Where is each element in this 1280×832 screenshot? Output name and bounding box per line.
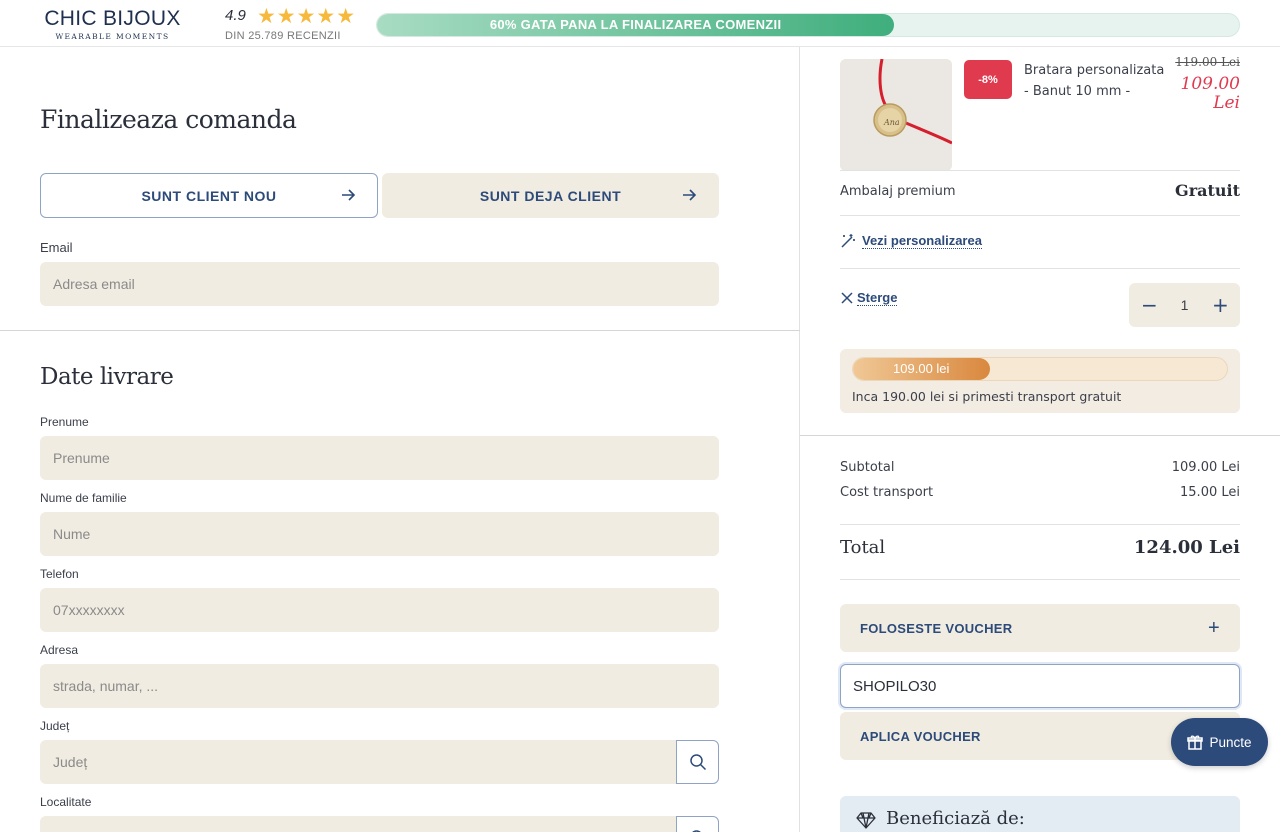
benefits-panel: Beneficiază de: xyxy=(840,796,1240,832)
view-personalization-label: Vezi personalizarea xyxy=(862,233,982,249)
remove-item-label: Sterge xyxy=(857,290,898,306)
new-client-label: SUNT CLIENT NOU xyxy=(141,187,277,204)
points-label: Puncte xyxy=(1209,734,1252,750)
old-price: 119.00 Lei xyxy=(1175,55,1240,69)
shipping-cost-value: 15.00 Lei xyxy=(1180,485,1240,500)
checkout-progress-text: 60% GATA PANA LA FINALIZAREA COMENZII xyxy=(489,17,782,32)
shipping-progress-amount: 109.00 lei xyxy=(893,361,950,376)
total-value: 124.00 Lei xyxy=(1133,537,1240,558)
view-personalization-link[interactable]: Vezi personalizarea xyxy=(840,233,982,249)
points-button[interactable]: Puncte xyxy=(1171,718,1268,766)
rating-stars: ★★★★★ xyxy=(256,3,357,28)
phone-label: Telefon xyxy=(40,567,79,581)
checkout-progress-bar: 60% GATA PANA LA FINALIZAREA COMENZII xyxy=(376,13,1240,37)
use-voucher-label: FOLOSESTE VOUCHER xyxy=(860,620,1013,636)
decrease-quantity-button[interactable]: − xyxy=(1141,293,1158,317)
product-image: Ana xyxy=(840,59,952,171)
quantity-value: 1 xyxy=(1180,297,1189,313)
gift-icon xyxy=(1187,735,1204,750)
brand-tagline: WEARABLE MOMENTS xyxy=(55,32,170,41)
address-field[interactable] xyxy=(40,664,719,708)
product-info: Bratara personalizata - Banut 10 mm - xyxy=(1024,60,1174,102)
city-label: Localitate xyxy=(40,795,92,809)
product-variant: - Banut 10 mm - xyxy=(1024,84,1131,99)
voucher-code-input[interactable] xyxy=(840,664,1240,708)
packaging-label: Ambalaj premium xyxy=(840,184,956,199)
section-divider xyxy=(0,330,800,331)
subtotal-value: 109.00 Lei xyxy=(1171,460,1240,475)
shipping-cost-label: Cost transport xyxy=(840,485,934,500)
city-search-button[interactable] xyxy=(676,816,719,832)
benefits-title: Beneficiază de: xyxy=(886,808,1025,829)
rating-summary: 4.9 ★★★★★ DIN 25.789 RECENZII xyxy=(225,5,356,42)
new-client-button[interactable]: SUNT CLIENT NOU xyxy=(40,173,378,218)
discount-badge: -8% xyxy=(964,60,1012,99)
first-name-field[interactable] xyxy=(40,436,719,480)
existing-client-label: SUNT DEJA CLIENT xyxy=(479,187,622,204)
checkout-title: Finalizeaza comanda xyxy=(40,105,297,134)
county-field[interactable] xyxy=(40,740,677,784)
county-label: Județ xyxy=(40,719,70,733)
engraving-text: Ana xyxy=(883,118,900,127)
checkout-progress-fill: 60% GATA PANA LA FINALIZAREA COMENZII xyxy=(377,14,895,36)
row-divider xyxy=(840,524,1240,525)
magic-wand-icon xyxy=(841,234,855,248)
checkout-form: Finalizeaza comanda SUNT CLIENT NOU SUNT… xyxy=(0,47,800,832)
remove-item-link[interactable]: Sterge xyxy=(840,290,898,306)
section-divider xyxy=(800,435,1280,436)
row-divider xyxy=(840,579,1240,580)
new-price: 109.00 Lei xyxy=(1180,74,1240,113)
last-name-label: Nume de familie xyxy=(40,491,127,505)
apply-voucher-label: APLICA VOUCHER xyxy=(860,728,981,744)
product-name: Bratara personalizata xyxy=(1024,63,1165,78)
email-label: Email xyxy=(40,240,73,255)
county-search-button[interactable] xyxy=(676,740,719,784)
phone-field[interactable] xyxy=(40,588,719,632)
free-shipping-progress: 109.00 lei Inca 190.00 lei si primesti t… xyxy=(840,349,1240,413)
arrow-right-icon xyxy=(683,189,697,201)
shipping-progress-track: 109.00 lei xyxy=(852,357,1228,381)
increase-quantity-button[interactable]: + xyxy=(1212,293,1229,317)
shipping-progress-fill: 109.00 lei xyxy=(853,358,990,380)
order-summary: Ana -8% Bratara personalizata - Banut 10… xyxy=(800,47,1280,832)
brand-logo[interactable]: CHIC BIJOUX WEARABLE MOMENTS xyxy=(40,6,185,41)
plus-icon: + xyxy=(1208,616,1220,639)
diamond-icon xyxy=(856,812,876,829)
bracelet-image: Ana xyxy=(840,59,952,171)
row-divider xyxy=(840,170,1240,171)
existing-client-button[interactable]: SUNT DEJA CLIENT xyxy=(382,173,719,218)
shipping-progress-message: Inca 190.00 lei si primesti transport gr… xyxy=(852,389,1122,404)
brand-name: CHIC BIJOUX xyxy=(44,7,181,30)
last-name-field[interactable] xyxy=(40,512,719,556)
use-voucher-toggle[interactable]: FOLOSESTE VOUCHER + xyxy=(840,604,1240,652)
site-header: CHIC BIJOUX WEARABLE MOMENTS 4.9 ★★★★★ D… xyxy=(0,0,1280,47)
rating-score: 4.9 xyxy=(225,7,246,24)
close-icon xyxy=(841,292,853,304)
quantity-stepper: − 1 + xyxy=(1129,283,1240,327)
city-field[interactable] xyxy=(40,816,677,832)
row-divider xyxy=(840,215,1240,216)
subtotal-label: Subtotal xyxy=(840,460,895,475)
email-field[interactable] xyxy=(40,262,719,306)
first-name-label: Prenume xyxy=(40,415,89,429)
arrow-right-icon xyxy=(342,189,356,201)
delivery-title: Date livrare xyxy=(40,364,174,390)
row-divider xyxy=(840,268,1240,269)
review-count: DIN 25.789 RECENZII xyxy=(225,29,341,42)
address-label: Adresa xyxy=(40,643,79,657)
total-label: Total xyxy=(840,537,886,558)
search-icon xyxy=(689,754,706,771)
packaging-value: Gratuit xyxy=(1175,181,1240,200)
